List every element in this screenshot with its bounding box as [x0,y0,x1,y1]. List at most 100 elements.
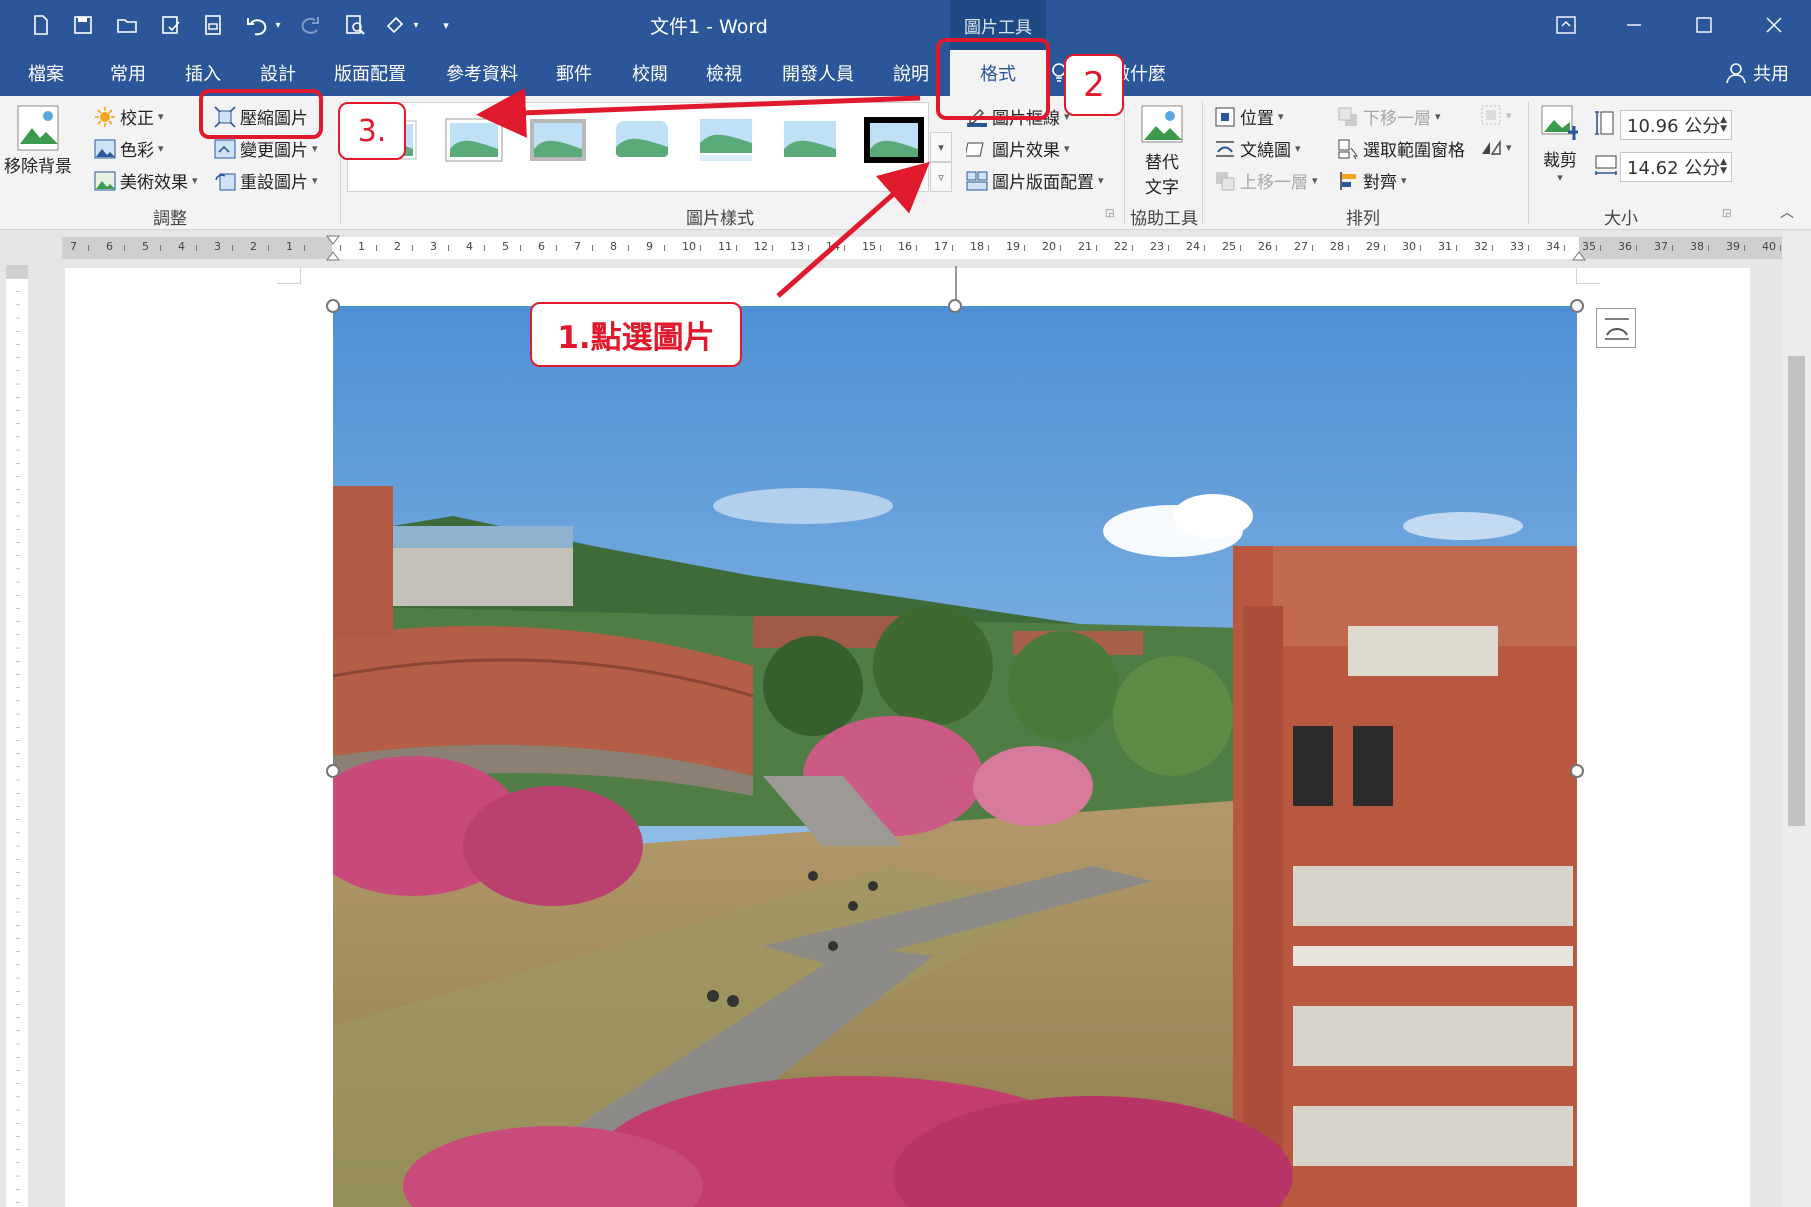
ruler-tick [1276,245,1277,251]
shapes-icon[interactable] [380,10,410,40]
resize-handle-left[interactable] [326,764,340,778]
tab-file[interactable]: 檔案 [28,50,64,96]
layout-options-button[interactable] [1596,308,1636,348]
vertical-ruler [6,265,28,1207]
rotate-button[interactable]: ▾ [1480,136,1512,158]
picture-style-3[interactable] [528,115,588,165]
ruler-number: 3 [430,240,437,253]
change-picture-button[interactable]: 變更圖片 ▾ [214,136,318,161]
save-as-icon[interactable] [156,10,186,40]
undo-icon[interactable] [242,10,272,40]
ruler-tick [1636,245,1637,251]
size-dialog-launcher-icon[interactable]: ◲ [1722,208,1731,219]
resize-handle-top[interactable] [948,299,962,313]
margin-corner-mark [1576,268,1600,284]
ruler-tick [556,245,557,251]
picture-layout-button[interactable]: 圖片版面配置 ▾ [966,168,1104,193]
resize-handle-top-right[interactable] [1570,299,1584,313]
ruler-tick [1708,245,1709,251]
corrections-button[interactable]: 校正 ▾ [94,104,164,129]
picture-effects-button[interactable]: 圖片效果 ▾ [966,136,1070,161]
group-separator [1202,102,1203,224]
gallery-more-icon[interactable]: ▿ [930,162,952,192]
color-button[interactable]: 色彩 ▾ [94,136,164,161]
wrap-text-button[interactable]: 文繞圖 ▾ [1214,136,1301,161]
collapse-ribbon-icon[interactable]: ︿ [1780,202,1794,222]
tab-developer[interactable]: 開發人員 [782,50,854,96]
maximize-icon[interactable] [1674,0,1734,50]
ruler-number: 19 [1006,240,1020,253]
ruler-tick [1492,245,1493,251]
picture-style-2[interactable] [444,115,504,165]
ruler-number: 14 [826,240,840,253]
gallery-scroll-up-icon[interactable]: ▾ [930,132,952,162]
tab-mailings[interactable]: 郵件 [556,50,592,96]
resize-handle-right[interactable] [1570,764,1584,778]
indent-marker-icon[interactable] [326,235,340,261]
resize-handle-top-left[interactable] [326,299,340,313]
find-icon[interactable] [340,10,370,40]
picture-style-7[interactable] [864,115,924,165]
ruler-number: 26 [1258,240,1272,253]
ribbon-display-options-icon[interactable] [1536,0,1596,50]
vertical-scrollbar[interactable] [1782,231,1811,1207]
open-folder-icon[interactable] [112,10,142,40]
close-icon[interactable] [1744,0,1804,50]
highlight-format-tab [936,38,1050,120]
picture-style-4[interactable] [612,115,672,165]
crop-icon [1541,105,1578,140]
alt-text-button[interactable]: 替代 文字 [1140,104,1184,198]
ruler-tick [1132,245,1133,251]
tab-references[interactable]: 參考資料 [446,50,518,96]
ruler-number: 5 [142,240,149,253]
styles-dialog-launcher-icon[interactable]: ◲ [1105,208,1114,219]
tab-review[interactable]: 校閱 [632,50,668,96]
height-spinner-icon[interactable]: ▲ ▼ [1720,116,1727,134]
selected-picture[interactable] [333,306,1577,1207]
shapes-dropdown-icon[interactable]: ▾ [408,10,424,40]
align-button[interactable]: 對齊 ▾ [1337,168,1407,193]
ruler-number: 16 [898,240,912,253]
reset-picture-button[interactable]: 重設圖片 ▾ [214,168,318,193]
ruler-tick [1672,245,1673,251]
bring-forward-button[interactable]: 上移一層 ▾ [1214,168,1318,193]
ruler-tick [1312,245,1313,251]
redo-icon[interactable] [296,10,326,40]
picture-style-6[interactable] [780,115,840,165]
ruler-number: 27 [1294,240,1308,253]
width-spinner-icon[interactable]: ▲ ▼ [1720,158,1727,176]
ruler-tick [1096,245,1097,251]
shape-height-input[interactable]: 10.96 公分 ▲ ▼ [1620,110,1732,140]
undo-dropdown-icon[interactable]: ▾ [270,10,286,40]
shape-width-input[interactable]: 14.62 公分 ▲ ▼ [1620,152,1732,182]
minimize-icon[interactable] [1604,0,1664,50]
artistic-effects-label: 美術效果 [120,173,188,193]
remove-background-button[interactable]: 移除背景 [4,104,72,177]
scrollbar-thumb[interactable] [1788,356,1805,826]
crop-button[interactable]: 裁剪 ▾ [1538,102,1582,184]
selection-pane-button[interactable]: 選取範圍窗格 [1337,136,1465,161]
save-icon[interactable] [68,10,98,40]
send-backward-button[interactable]: 下移一層 ▾ [1337,104,1441,129]
ruler-number: 17 [934,240,948,253]
tab-view[interactable]: 檢視 [706,50,742,96]
ruler-number: 2 [394,240,401,253]
new-document-icon[interactable] [26,10,56,40]
tab-layout[interactable]: 版面配置 [334,50,406,96]
ruler-number: 33 [1510,240,1524,253]
tab-help[interactable]: 說明 [893,50,929,96]
tab-home[interactable]: 常用 [110,50,146,96]
ruler-number: 39 [1726,240,1740,253]
position-button[interactable]: 位置 ▾ [1214,104,1284,129]
ruler-number: 18 [970,240,984,253]
artistic-effects-button[interactable]: 美術效果 ▾ [94,168,198,193]
share-button[interactable]: 共用 [1725,50,1789,96]
group-objects-button[interactable]: ▾ [1480,104,1512,126]
ruler-number: 6 [538,240,545,253]
right-indent-marker-icon[interactable] [1572,245,1586,261]
picture-style-5[interactable] [696,115,756,165]
print-preview-icon[interactable] [198,10,228,40]
customize-qat-icon[interactable]: ▾ [436,10,456,40]
ruler-tick [772,245,773,251]
reset-picture-icon [215,173,236,190]
